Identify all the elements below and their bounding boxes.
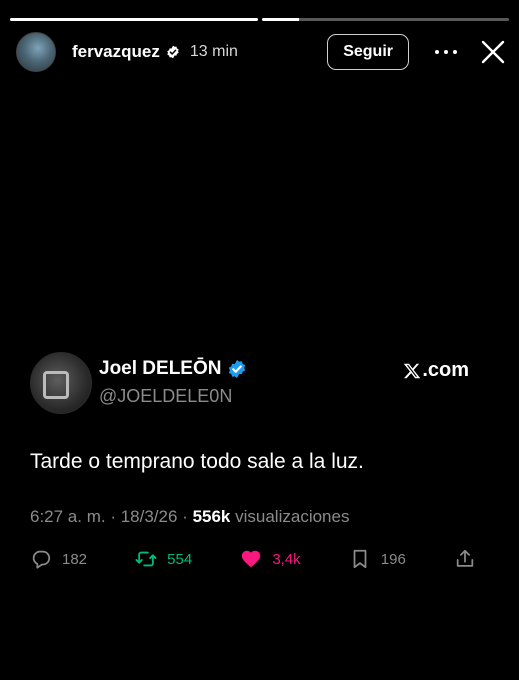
tweet-author-avatar (30, 352, 92, 414)
progress-fill (10, 18, 258, 21)
reply-button[interactable]: 182 (30, 548, 87, 570)
like-count: 3,4k (272, 550, 301, 568)
more-dots-icon[interactable] (435, 42, 457, 62)
bookmark-count: 196 (380, 550, 406, 568)
close-icon[interactable] (481, 40, 505, 64)
heart-icon (242, 550, 261, 568)
verified-badge-icon (229, 359, 246, 379)
tweet-time: 6:27 a. m. (30, 507, 106, 526)
progress-segment-2 (261, 18, 509, 21)
brand-domain: .com (422, 359, 469, 381)
tweet-author-handle: @JOELDELE0N (99, 386, 233, 406)
tweet-text: Tarde o temprano todo sale a la luz. (30, 450, 364, 473)
reply-icon (32, 550, 51, 569)
tweet-card[interactable]: Joel DELEŌN @JOELDELE0N .com Tarde o tem… (30, 352, 469, 526)
view-count: 556k (192, 507, 231, 526)
story-progress-bar (10, 18, 509, 21)
x-brand: .com (403, 359, 469, 382)
tweet-actions: 182 554 3,4k 196 (30, 546, 476, 572)
views-label: visualizaciones (235, 507, 350, 526)
reply-count: 182 (62, 550, 88, 568)
tweet-author-row: Joel DELEŌN (99, 358, 247, 380)
progress-segment-1 (10, 18, 258, 21)
verified-badge-icon (167, 45, 179, 59)
tweet-author-name: Joel DELEŌN (99, 358, 222, 379)
repost-icon (135, 551, 157, 567)
bookmark-icon (353, 549, 367, 569)
progress-fill (261, 18, 299, 21)
story-header: fervazquez 13 min Seguir (16, 32, 505, 72)
repost-button[interactable]: 554 (135, 548, 192, 570)
like-button[interactable]: 3,4k (240, 548, 301, 570)
tweet-meta: 6:27 a. m. · 18/3/26 · 556k visualizacio… (30, 507, 350, 526)
share-icon[interactable] (454, 548, 476, 570)
follow-button[interactable]: Seguir (327, 34, 409, 70)
x-logo-icon (404, 363, 421, 378)
username[interactable]: fervazquez (72, 42, 160, 62)
bookmark-button[interactable]: 196 (349, 548, 406, 570)
post-time: 13 min (189, 43, 238, 60)
repost-count: 554 (167, 550, 193, 568)
tweet-date: 18/3/26 (120, 507, 178, 526)
user-avatar[interactable] (16, 32, 56, 72)
